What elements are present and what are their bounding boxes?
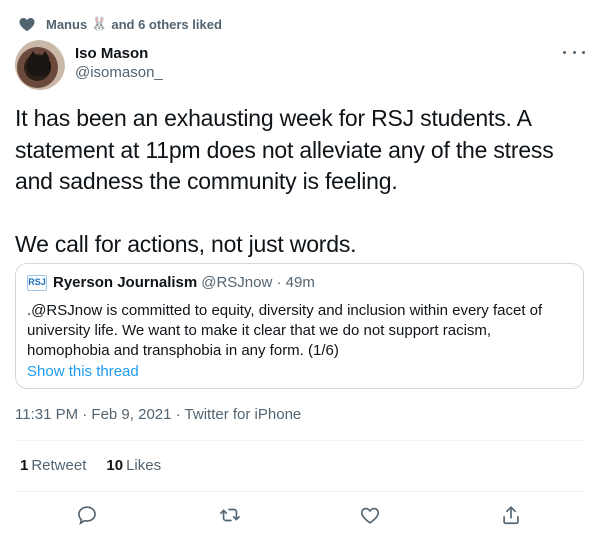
retweets-count: 1: [20, 457, 29, 474]
quoted-author-name: Ryerson Journalism: [53, 274, 198, 291]
tweet-paragraph-2: We call for actions, not just words.: [15, 231, 357, 257]
quoted-author-handle: @RSJnow · 49m: [201, 274, 315, 291]
social-context[interactable]: Manus 🐰 and 6 others liked: [18, 15, 222, 33]
divider: [15, 440, 585, 441]
author-name[interactable]: Iso Mason: [75, 45, 148, 62]
liker-emoji: 🐰: [91, 16, 108, 31]
retweets-stat[interactable]: 1 Retweet: [20, 457, 86, 474]
divider: [15, 491, 585, 492]
quoted-tweet[interactable]: RSJ Ryerson Journalism @RSJnow · 49m .@R…: [15, 263, 584, 389]
tweet-stats: 1 Retweet 10 Likes: [20, 457, 181, 474]
avatar[interactable]: [15, 40, 65, 90]
more-options-icon[interactable]: [563, 45, 585, 59]
retweets-label: Retweet: [31, 457, 87, 474]
tweet-timestamp[interactable]: 11:31 PM · Feb 9, 2021 · Twitter for iPh…: [15, 406, 301, 423]
quoted-tweet-text: .@RSJnow is committed to equity, diversi…: [27, 302, 543, 359]
quoted-tweet-header: RSJ Ryerson Journalism @RSJnow · 49m: [27, 274, 315, 291]
reply-icon[interactable]: [73, 501, 101, 529]
tweet-text: It has been an exhausting week for RSJ s…: [15, 103, 585, 261]
liker-name[interactable]: Manus: [46, 17, 87, 32]
share-icon[interactable]: [497, 501, 525, 529]
show-thread-link[interactable]: Show this thread: [27, 363, 139, 380]
likes-count: 10: [106, 457, 124, 474]
tweet-paragraph-1: It has been an exhausting week for RSJ s…: [15, 105, 554, 194]
likes-stat[interactable]: 10 Likes: [106, 457, 161, 474]
tweet-actions: [0, 501, 601, 529]
likes-label: Likes: [126, 457, 162, 474]
rsj-logo-icon: RSJ: [27, 274, 47, 291]
liked-suffix: and 6 others liked: [111, 16, 222, 32]
like-icon[interactable]: [356, 501, 384, 529]
retweet-icon[interactable]: [216, 501, 244, 529]
author-handle[interactable]: @isomason_: [75, 64, 163, 81]
heart-icon: [19, 18, 35, 32]
